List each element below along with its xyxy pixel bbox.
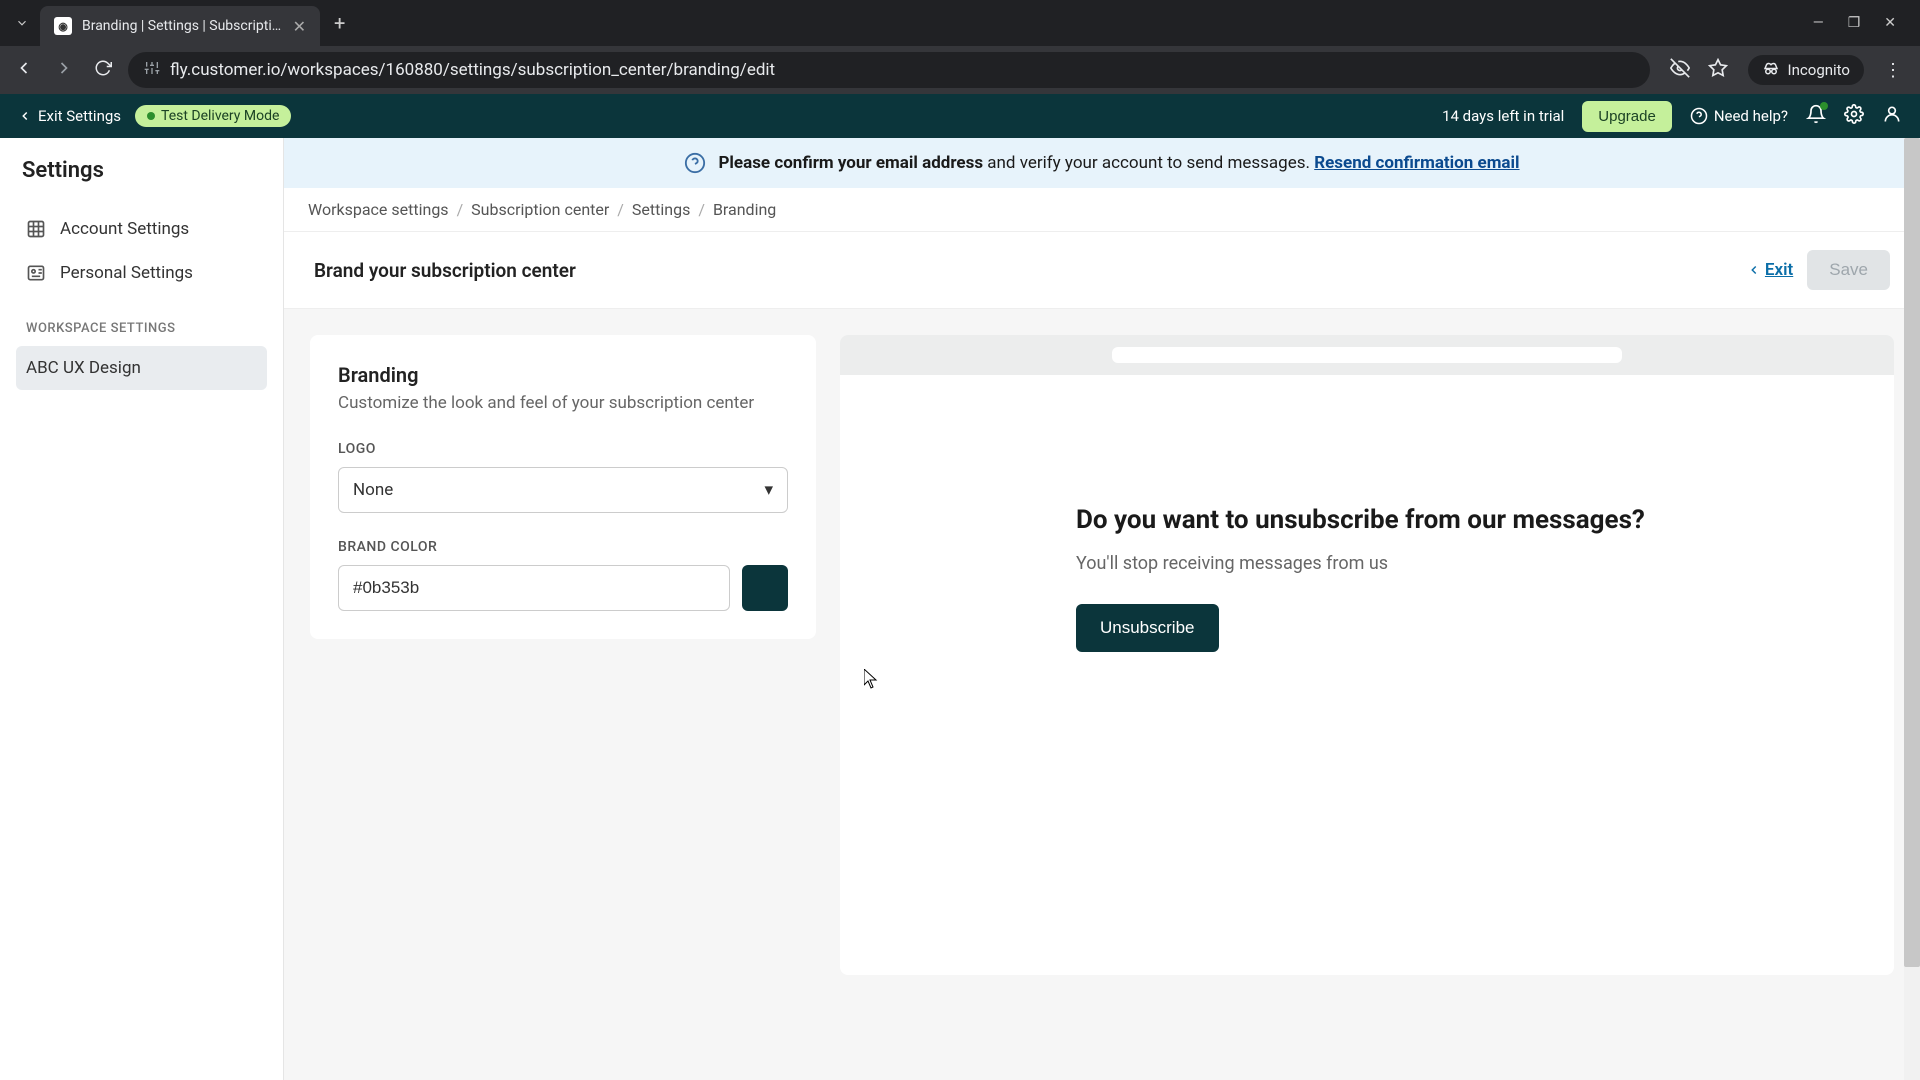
sidebar-item-workspace[interactable]: ABC UX Design <box>16 346 267 390</box>
topbar-right: 14 days left in trial Upgrade Need help? <box>1442 101 1902 132</box>
toolbar: fly.customer.io/workspaces/160880/settin… <box>0 46 1920 94</box>
brand-color-swatch[interactable] <box>742 565 788 611</box>
app-body: Settings Account Settings Personal Setti… <box>0 138 1920 1080</box>
browser-tab[interactable]: ◉ Branding | Settings | Subscripti... ✕ <box>40 6 320 46</box>
page-header: Brand your subscription center Exit Save <box>284 232 1920 309</box>
brand-color-row <box>338 565 788 611</box>
exit-link[interactable]: Exit <box>1747 260 1793 280</box>
banner-rest-text: and verify your account to send messages… <box>983 153 1314 173</box>
logo-select[interactable]: None ▾ <box>338 467 788 513</box>
notifications-icon[interactable] <box>1806 104 1826 128</box>
preview-browser-bar <box>840 335 1894 375</box>
page-title: Brand your subscription center <box>314 259 576 282</box>
user-avatar-icon[interactable] <box>1882 104 1902 128</box>
unsubscribe-button[interactable]: Unsubscribe <box>1076 604 1219 652</box>
window-controls: — ❐ ✕ <box>1813 15 1912 31</box>
maximize-icon[interactable]: ❐ <box>1848 15 1861 31</box>
bookmark-star-icon[interactable] <box>1708 58 1728 82</box>
trial-days-text: 14 days left in trial <box>1442 107 1564 125</box>
browser-chrome: ◉ Branding | Settings | Subscripti... ✕ … <box>0 0 1920 94</box>
need-help-label: Need help? <box>1714 107 1788 125</box>
sidebar: Settings Account Settings Personal Setti… <box>0 138 284 1080</box>
save-button[interactable]: Save <box>1807 250 1890 290</box>
confirm-email-banner: Please confirm your email address and ve… <box>284 138 1920 188</box>
content-row: Branding Customize the look and feel of … <box>284 309 1920 1080</box>
eye-off-icon[interactable] <box>1670 58 1690 82</box>
upgrade-button[interactable]: Upgrade <box>1582 101 1672 132</box>
branding-card: Branding Customize the look and feel of … <box>310 335 816 639</box>
chevron-down-icon: ▾ <box>764 480 773 500</box>
page-header-actions: Exit Save <box>1747 250 1890 290</box>
site-settings-icon[interactable] <box>144 60 160 81</box>
tab-favicon-icon: ◉ <box>54 17 72 35</box>
test-delivery-mode-badge[interactable]: Test Delivery Mode <box>135 105 291 127</box>
breadcrumb: Workspace settings/Subscription center/S… <box>284 188 1920 232</box>
preview-url-placeholder <box>1112 347 1622 363</box>
info-icon <box>684 152 706 174</box>
reload-button[interactable] <box>90 55 116 86</box>
incognito-badge[interactable]: Incognito <box>1748 55 1864 85</box>
sidebar-item-personal[interactable]: Personal Settings <box>16 251 267 295</box>
sidebar-item-label: ABC UX Design <box>26 358 141 378</box>
scrollbar[interactable] <box>1904 138 1920 1080</box>
sidebar-title: Settings <box>16 158 267 183</box>
sidebar-section-label: WORKSPACE SETTINGS <box>26 321 267 336</box>
preview-subtext: You'll stop receiving messages from us <box>1076 553 1658 574</box>
back-button[interactable] <box>10 54 38 87</box>
sidebar-item-label: Personal Settings <box>60 263 193 283</box>
new-tab-button[interactable]: + <box>324 11 355 35</box>
preview-heading: Do you want to unsubscribe from our mess… <box>1076 505 1658 535</box>
breadcrumb-item[interactable]: Workspace settings <box>308 200 449 219</box>
sidebar-item-label: Account Settings <box>60 219 189 239</box>
scrollbar-thumb[interactable] <box>1904 138 1920 967</box>
browser-menu-icon[interactable]: ⋮ <box>1876 60 1910 81</box>
status-dot-icon <box>147 112 155 120</box>
brand-color-label: BRAND COLOR <box>338 539 788 555</box>
url-actions <box>1662 58 1736 82</box>
logo-label: LOGO <box>338 441 788 457</box>
incognito-label: Incognito <box>1788 61 1850 79</box>
banner-bold-text: Please confirm your email address <box>718 153 983 173</box>
notification-dot-icon <box>1820 102 1828 110</box>
preview-content: Do you want to unsubscribe from our mess… <box>840 375 1894 712</box>
tab-title: Branding | Settings | Subscripti... <box>82 18 283 34</box>
exit-settings-link[interactable]: Exit Settings <box>18 107 121 125</box>
breadcrumb-item[interactable]: Subscription center <box>471 200 609 219</box>
minimize-icon[interactable]: — <box>1813 15 1824 31</box>
breadcrumb-item[interactable]: Settings <box>632 200 690 219</box>
test-mode-label: Test Delivery Mode <box>161 108 279 124</box>
breadcrumb-current: Branding <box>713 200 776 219</box>
card-subtitle: Customize the look and feel of your subs… <box>338 393 788 413</box>
tab-close-icon[interactable]: ✕ <box>293 17 306 36</box>
resend-confirmation-link[interactable]: Resend confirmation email <box>1314 153 1519 173</box>
address-bar[interactable]: fly.customer.io/workspaces/160880/settin… <box>128 52 1650 88</box>
tab-strip: ◉ Branding | Settings | Subscripti... ✕ … <box>0 0 1920 46</box>
preview-pane: Do you want to unsubscribe from our mess… <box>840 335 1894 975</box>
card-title: Branding <box>338 363 788 387</box>
tab-search-dropdown[interactable] <box>8 9 36 37</box>
sidebar-item-account[interactable]: Account Settings <box>16 207 267 251</box>
app-topbar: Exit Settings Test Delivery Mode 14 days… <box>0 94 1920 138</box>
logo-select-value: None <box>353 480 393 500</box>
main-area: Please confirm your email address and ve… <box>284 138 1920 1080</box>
forward-button[interactable] <box>50 54 78 87</box>
need-help-link[interactable]: Need help? <box>1690 107 1788 125</box>
url-text: fly.customer.io/workspaces/160880/settin… <box>170 60 775 80</box>
settings-gear-icon[interactable] <box>1844 104 1864 128</box>
exit-label: Exit <box>1765 260 1793 280</box>
brand-color-input[interactable] <box>338 565 730 611</box>
exit-settings-label: Exit Settings <box>38 107 121 125</box>
close-window-icon[interactable]: ✕ <box>1884 15 1896 31</box>
